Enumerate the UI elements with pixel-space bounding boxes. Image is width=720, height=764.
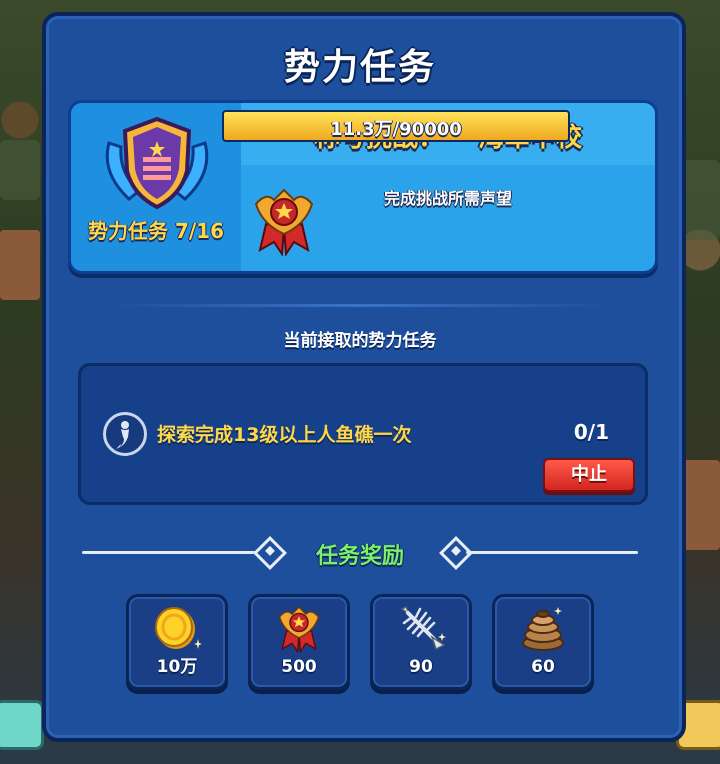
dialog-title: 势力任务 bbox=[283, 47, 436, 88]
section-divider bbox=[110, 304, 610, 307]
mermaid-icon bbox=[103, 412, 147, 456]
rank-badge-icon bbox=[105, 116, 209, 210]
stop-task-button[interactable]: 中止 bbox=[543, 458, 635, 492]
reputation-medal-icon bbox=[254, 188, 314, 256]
task-progress: 0/1 bbox=[573, 420, 609, 444]
reward-item-reputation[interactable]: 500 bbox=[248, 594, 350, 690]
current-task-section-label: 当前接取的势力任务 bbox=[283, 331, 437, 351]
reward-divider-right bbox=[466, 551, 638, 554]
reward-item-gold[interactable]: 10万 bbox=[126, 594, 228, 690]
reward-item-fish-bone[interactable]: 90 bbox=[370, 594, 472, 690]
reward-amount: 500 bbox=[281, 657, 317, 677]
cat-block-icon bbox=[0, 700, 44, 750]
fish-bone-icon bbox=[400, 605, 446, 651]
reward-item-rope[interactable]: 60 bbox=[492, 594, 594, 690]
reward-section-title: 任务奖励 bbox=[315, 544, 404, 569]
reward-amount: 60 bbox=[531, 657, 555, 677]
reputation-medal-icon bbox=[278, 606, 320, 653]
rope-coil-icon bbox=[522, 607, 564, 651]
reputation-progress-text: 11.3万/90000 bbox=[330, 119, 462, 140]
current-task-box: 探索完成13级以上人鱼礁一次 0/1 中止 bbox=[78, 363, 648, 505]
faction-task-count: 势力任务 7/16 bbox=[87, 219, 224, 243]
gold-coin-icon bbox=[155, 607, 202, 649]
reward-amount: 90 bbox=[409, 657, 433, 677]
reputation-progress-bar: 11.3万/90000 bbox=[222, 110, 570, 142]
reward-amount: 10万 bbox=[156, 657, 198, 677]
task-description: 探索完成13级以上人鱼礁一次 bbox=[157, 424, 412, 446]
